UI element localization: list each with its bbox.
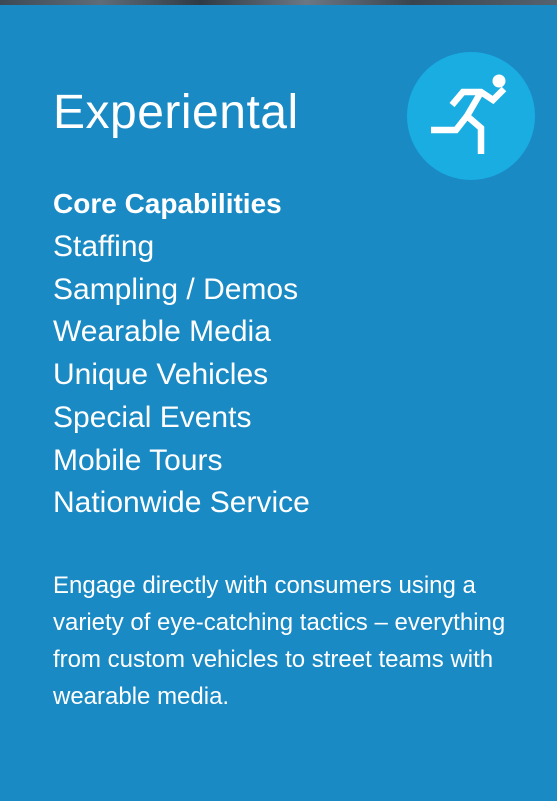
icon-badge bbox=[407, 52, 535, 180]
capability-item: Staffing bbox=[53, 230, 155, 263]
capability-item: Sampling / Demos bbox=[53, 272, 299, 306]
capability-item: Unique Vehicles bbox=[53, 358, 269, 392]
capability-item: Nationwide Service bbox=[53, 486, 310, 520]
capabilities-heading: Core Capabilities bbox=[53, 188, 282, 219]
capability-item: Special Events bbox=[53, 400, 252, 434]
description-paragraph: Engage directly with consumers using a v… bbox=[53, 572, 506, 710]
capability-item: Mobile Tours bbox=[53, 443, 223, 477]
experiential-card: Experiental Core Capabilities Staffing S… bbox=[0, 5, 557, 801]
running-person-icon bbox=[431, 74, 507, 154]
card-title: Experiental bbox=[53, 86, 299, 139]
capability-item: Wearable Media bbox=[53, 315, 271, 349]
capabilities-list: Staffing Sampling / Demos Wearable Media… bbox=[53, 226, 310, 525]
